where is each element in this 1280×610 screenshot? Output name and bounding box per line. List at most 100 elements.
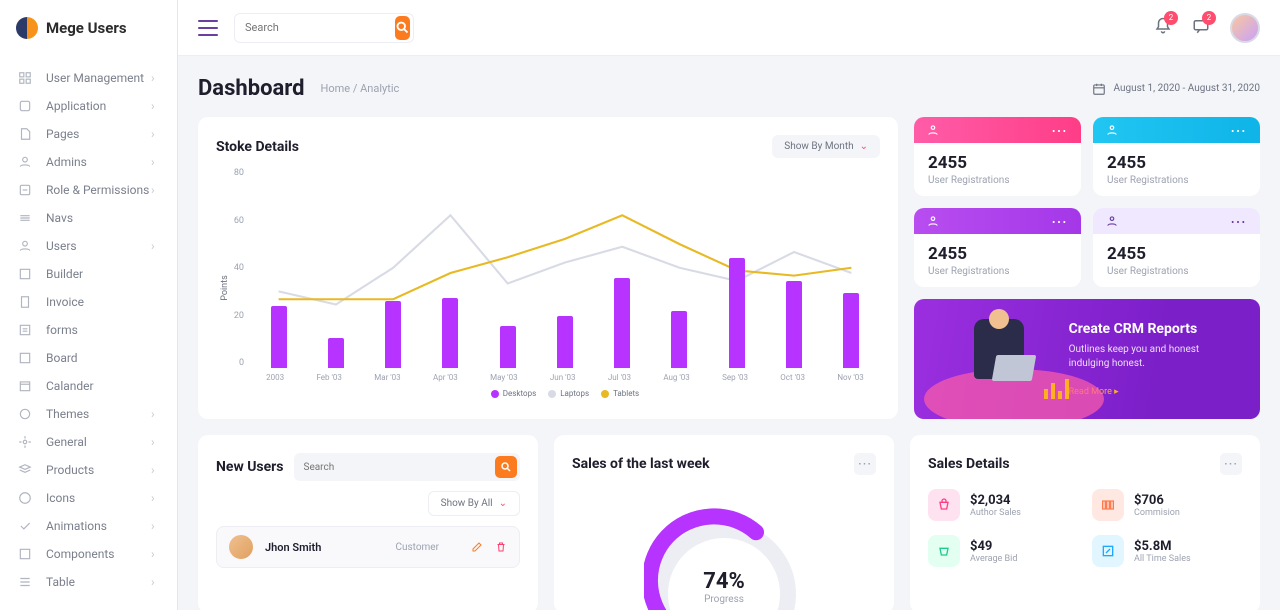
chevron-right-icon: › bbox=[151, 155, 161, 169]
user-row-avatar bbox=[229, 535, 253, 559]
legend-item: Tablets bbox=[601, 389, 639, 398]
legend-label: Laptops bbox=[560, 389, 589, 398]
sidebar-item-animations[interactable]: Animations› bbox=[0, 512, 177, 540]
sidebar-item-user-management[interactable]: User Management› bbox=[0, 64, 177, 92]
more-button[interactable]: ⋯ bbox=[1230, 121, 1248, 140]
stoke-chart: Points 806040200 2003Feb '03Mar '03Apr '… bbox=[216, 168, 880, 398]
nav-label: Animations bbox=[46, 519, 151, 533]
filter-label: Show By All bbox=[441, 498, 493, 509]
sidebar-item-calander[interactable]: Calander bbox=[0, 372, 177, 400]
search-icon bbox=[500, 461, 512, 473]
sales-details-card: Sales Details ⋯ $2,034Author Sales$706Co… bbox=[910, 435, 1260, 610]
notifications-button[interactable]: 2 bbox=[1154, 17, 1172, 39]
nav-icon bbox=[16, 349, 34, 367]
chevron-right-icon: › bbox=[151, 491, 161, 505]
nav-label: Components bbox=[46, 547, 151, 561]
sidebar-item-board[interactable]: Board bbox=[0, 344, 177, 372]
nav-icon bbox=[16, 405, 34, 423]
logo[interactable]: Mege Users bbox=[0, 0, 177, 56]
nav-label: Role & Permissions bbox=[46, 183, 151, 197]
nav-icon bbox=[16, 545, 34, 563]
user-avatar[interactable] bbox=[1230, 13, 1260, 43]
legend-label: Tablets bbox=[613, 389, 639, 398]
search-button[interactable] bbox=[395, 16, 410, 40]
new-users-title: New Users bbox=[216, 459, 284, 475]
sales-item: $5.8MAll Time Sales bbox=[1092, 535, 1242, 567]
nav-icon bbox=[16, 153, 34, 171]
gauge-value: 74% bbox=[644, 569, 804, 594]
bar-series bbox=[250, 168, 880, 368]
sidebar-item-role-permissions[interactable]: Role & Permissions› bbox=[0, 176, 177, 204]
sidebar-item-admins[interactable]: Admins› bbox=[0, 148, 177, 176]
sales-item-label: Commision bbox=[1134, 508, 1180, 518]
more-button[interactable]: ⋯ bbox=[1230, 212, 1248, 231]
stat-header: ⋯ bbox=[914, 117, 1081, 143]
progress-gauge: 74% Progress bbox=[644, 505, 804, 595]
stat-icon bbox=[926, 214, 940, 228]
sidebar-item-icons[interactable]: Icons› bbox=[0, 484, 177, 512]
sidebar-item-components[interactable]: Components› bbox=[0, 540, 177, 568]
nav-label: Users bbox=[46, 239, 151, 253]
sidebar-item-users[interactable]: Users› bbox=[0, 232, 177, 260]
search-input[interactable] bbox=[235, 21, 395, 34]
nav-icon bbox=[16, 181, 34, 199]
bar bbox=[442, 298, 458, 368]
sidebar-item-invoice[interactable]: Invoice bbox=[0, 288, 177, 316]
dropdown-label: Show By Month bbox=[784, 141, 853, 152]
breadcrumb-current: Analytic bbox=[360, 82, 399, 95]
nav-icon bbox=[16, 293, 34, 311]
sales-item-icon bbox=[1092, 535, 1124, 567]
chevron-right-icon: › bbox=[151, 239, 161, 253]
user-row-name: Jhon Smith bbox=[265, 541, 383, 554]
stat-card: ⋯2455User Registrations bbox=[914, 117, 1081, 196]
nav-icon bbox=[16, 489, 34, 507]
stat-value: 2455 bbox=[1107, 244, 1246, 264]
sidebar-item-table[interactable]: Table› bbox=[0, 568, 177, 596]
sidebar-item-forms[interactable]: forms bbox=[0, 316, 177, 344]
sidebar-item-pages[interactable]: Pages› bbox=[0, 120, 177, 148]
sales-item: $2,034Author Sales bbox=[928, 489, 1078, 521]
bar bbox=[614, 278, 630, 368]
nav-icon bbox=[16, 125, 34, 143]
sales-week-title: Sales of the last week bbox=[572, 456, 710, 472]
menu-toggle-icon[interactable] bbox=[198, 20, 218, 36]
new-users-search-button[interactable] bbox=[495, 456, 517, 478]
chevron-right-icon: › bbox=[151, 435, 161, 449]
breadcrumb-home[interactable]: Home bbox=[321, 82, 351, 95]
sidebar-item-products[interactable]: Products› bbox=[0, 456, 177, 484]
sidebar-item-builder[interactable]: Builder bbox=[0, 260, 177, 288]
chevron-right-icon: › bbox=[151, 575, 161, 589]
chevron-right-icon: › bbox=[151, 547, 161, 561]
sidebar-item-general[interactable]: General› bbox=[0, 428, 177, 456]
new-users-search-input[interactable] bbox=[294, 462, 496, 473]
crm-illustration bbox=[934, 309, 1049, 409]
nav-icon bbox=[16, 97, 34, 115]
delete-icon[interactable] bbox=[495, 541, 507, 553]
more-button[interactable]: ⋯ bbox=[1051, 121, 1069, 140]
more-button[interactable]: ⋯ bbox=[1051, 212, 1069, 231]
sidebar-item-navs[interactable]: Navs bbox=[0, 204, 177, 232]
chevron-right-icon: › bbox=[151, 127, 161, 141]
new-users-filter[interactable]: Show By All ⌄ bbox=[428, 491, 520, 516]
stat-card: ⋯ 2455 User Registrations bbox=[1093, 208, 1260, 287]
stat-label: User Registrations bbox=[1107, 266, 1246, 277]
stats-grid: ⋯ 2455 User Registrations ⋯ 2455 User Registr… bbox=[914, 117, 1260, 419]
nav-icon bbox=[16, 209, 34, 227]
edit-icon[interactable] bbox=[471, 541, 483, 553]
more-button[interactable]: ⋯ bbox=[854, 453, 876, 475]
messages-button[interactable]: 2 bbox=[1192, 17, 1210, 39]
new-users-card: New Users Show By All ⌄ bbox=[198, 435, 538, 610]
more-button[interactable]: ⋯ bbox=[1220, 453, 1242, 475]
sidebar: Mege Users User Management›Application›P… bbox=[0, 0, 178, 610]
stat-value: 2455 bbox=[928, 244, 1067, 264]
chart-period-dropdown[interactable]: Show By Month ⌄ bbox=[772, 135, 880, 158]
crm-desc: Outlines keep you and honest indulging h… bbox=[1069, 343, 1240, 371]
date-range-picker[interactable]: August 1, 2020 - August 31, 2020 bbox=[1092, 82, 1261, 96]
nav-icon bbox=[16, 461, 34, 479]
chevron-right-icon: › bbox=[151, 71, 161, 85]
stat-icon bbox=[1105, 214, 1119, 228]
stat-label: User Registrations bbox=[928, 266, 1067, 277]
stat-header: ⋯ bbox=[914, 208, 1081, 234]
sidebar-item-themes[interactable]: Themes› bbox=[0, 400, 177, 428]
sidebar-item-application[interactable]: Application› bbox=[0, 92, 177, 120]
